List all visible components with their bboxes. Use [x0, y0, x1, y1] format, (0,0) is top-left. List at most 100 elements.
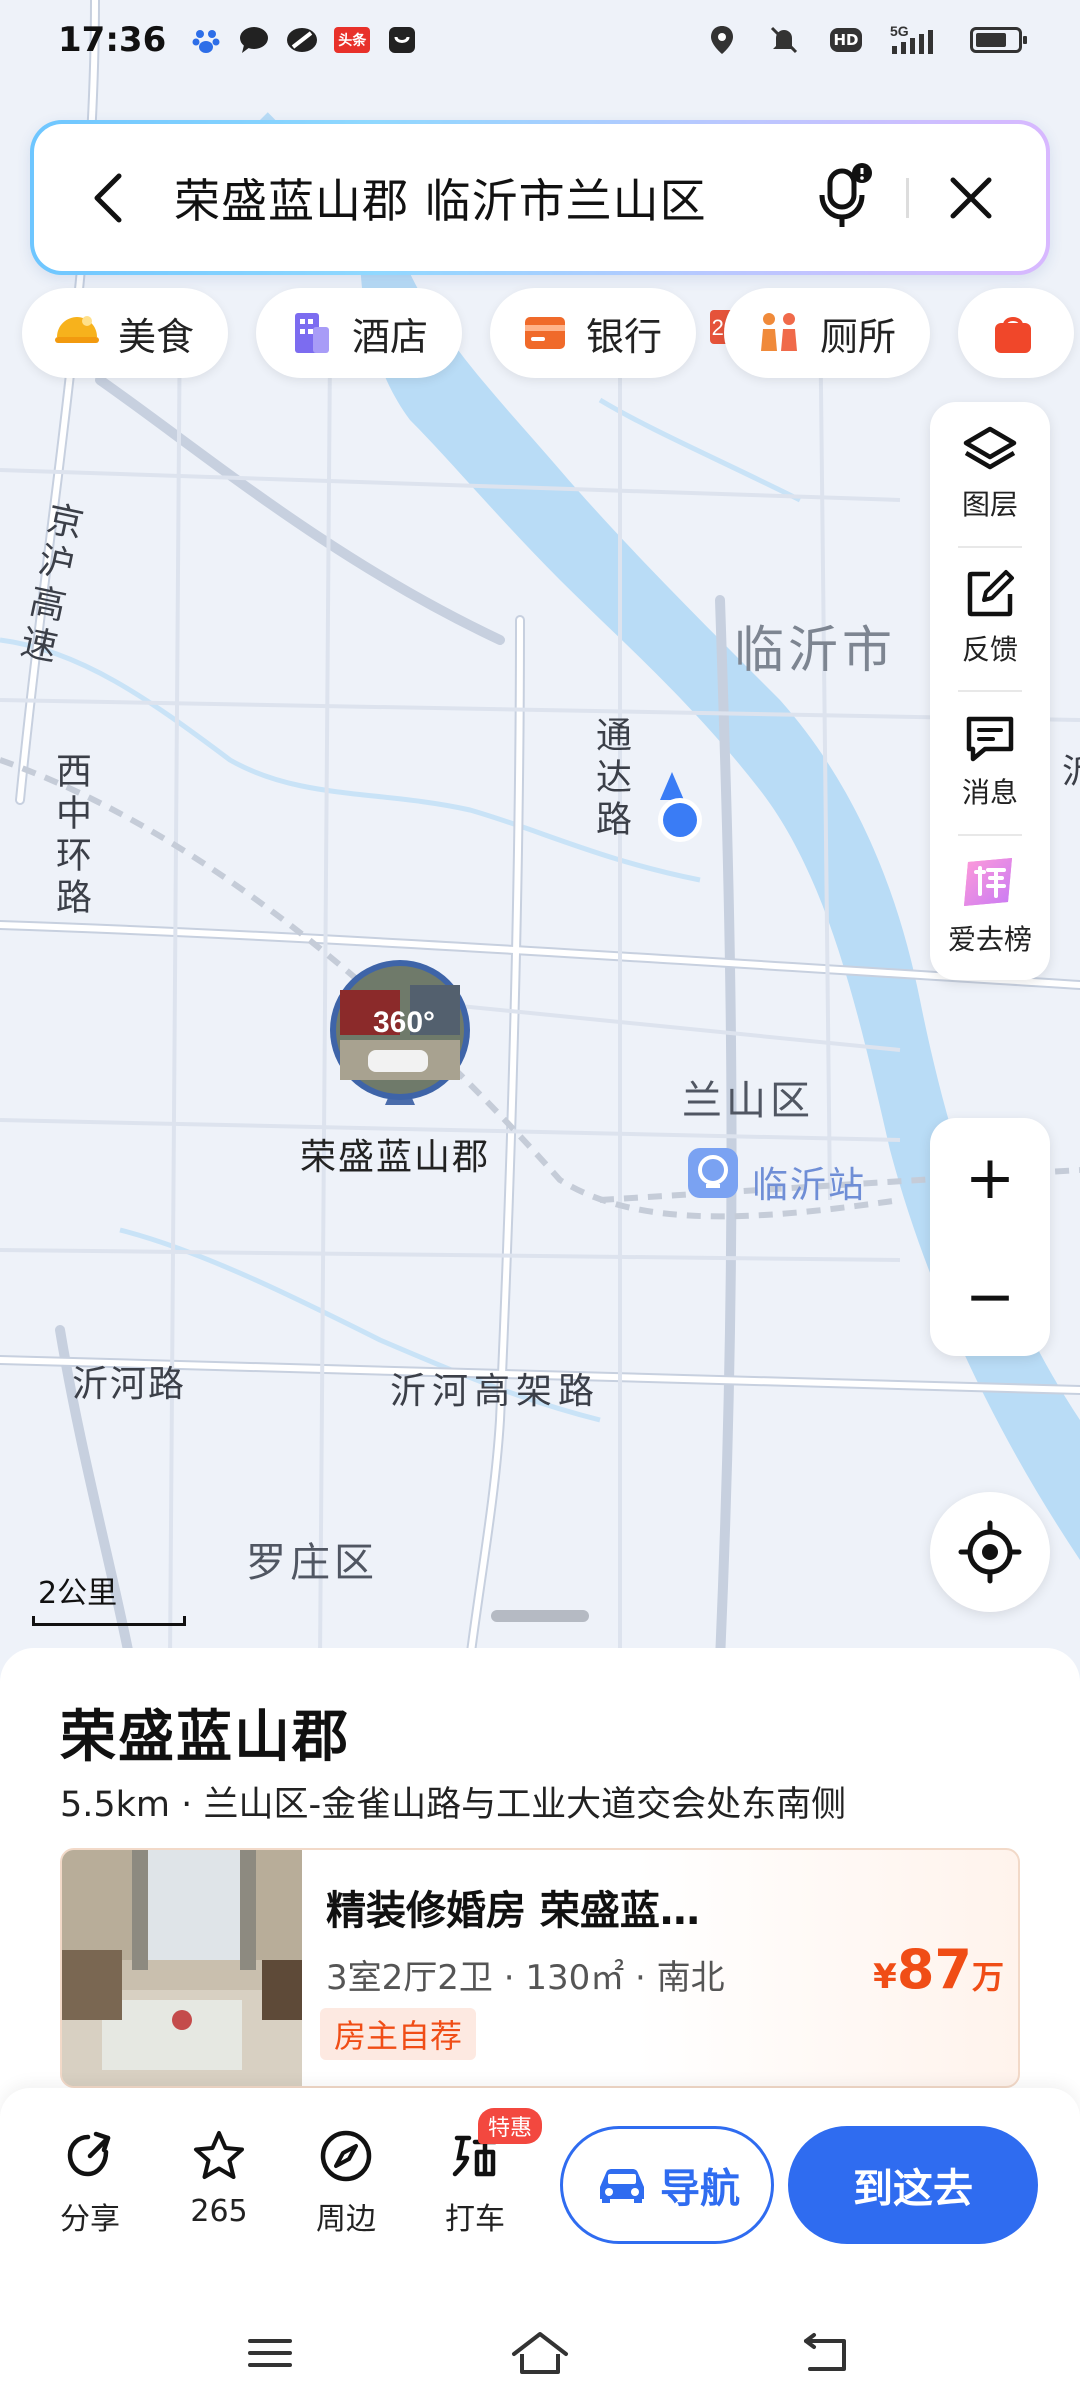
system-navigation-bar [0, 2288, 1080, 2408]
action-bar: 分享 265 周边 打车 特惠 导航 到这去 [0, 2088, 1080, 2288]
hd-icon: HD [828, 22, 864, 58]
feedback-button[interactable]: 反馈 [930, 546, 1050, 690]
back-system-icon [804, 2333, 846, 2371]
layers-label: 图层 [961, 488, 1018, 521]
map-label-tongda: 通达路 [590, 716, 631, 842]
map-label-yihe-elevated: 沂河高架路 [390, 1371, 601, 1412]
around-button[interactable]: 周边 [291, 2128, 401, 2238]
menu-icon [248, 2339, 292, 2367]
close-icon [950, 177, 992, 218]
user-location-dot [663, 803, 697, 837]
voice-search-button[interactable] [804, 158, 884, 238]
chip-shopping[interactable] [958, 288, 1075, 378]
place-subtitle: 5.5km · 兰山区-金雀山路与工业大道交会处东南侧 [60, 1776, 846, 1827]
place-distance: 5.5km [60, 1785, 171, 1825]
home-button[interactable] [510, 2328, 570, 2378]
map-label-xizhonghuan: 西中环路 [50, 752, 91, 920]
ranking-label: 爱去榜 [947, 923, 1032, 956]
taxi-label: 打车 [445, 2202, 505, 2237]
shopping-app-icon [384, 22, 420, 58]
favorite-button[interactable]: 265 [164, 2128, 274, 2229]
taxi-discount-badge: 特惠 [478, 2108, 543, 2144]
zoom-out-button[interactable]: − [930, 1237, 1050, 1356]
bank-icon [520, 308, 570, 358]
feedback-label: 反馈 [961, 633, 1018, 666]
place-address: 兰山区-金雀山路与工业大道交会处东南侧 [203, 1785, 847, 1825]
feedback-icon [967, 570, 1014, 617]
locate-me-button[interactable] [930, 1492, 1050, 1612]
status-time: 17:36 [58, 20, 167, 60]
taxi-button[interactable]: 打车 [420, 2128, 530, 2238]
scale-line [32, 1616, 186, 1626]
back-system-button[interactable] [796, 2328, 856, 2378]
layers-button[interactable]: 图层 [930, 402, 1050, 546]
layers-icon [963, 426, 1017, 470]
sheet-drag-handle[interactable] [491, 1610, 589, 1622]
house-price: ¥87万 [873, 1938, 1004, 2001]
toilet-icon [754, 308, 804, 358]
chip-label: 美食 [118, 314, 195, 359]
favorite-count: 265 [190, 2194, 248, 2229]
map-label-edge-fragment: 沂 [1062, 744, 1080, 793]
chip-bank[interactable]: 银行 [490, 288, 697, 378]
map-label-lanshan: 兰山区 [682, 1078, 814, 1124]
car-icon [600, 2169, 644, 2203]
ranking-icon [964, 858, 1012, 906]
house-meta: 3室2厅2卫 · 130㎡ · 南北 [326, 1958, 725, 1998]
share-button[interactable]: 分享 [35, 2128, 145, 2238]
pano-360-label: 360° [373, 1006, 435, 1039]
message-label: 消息 [961, 776, 1018, 809]
map-label-yihe-road: 沂河路 [72, 1364, 187, 1405]
share-icon [67, 2131, 111, 2177]
price-unit: 万 [971, 1958, 1004, 1996]
svg-text:5G: 5G [890, 24, 909, 39]
shopping-bag-icon [988, 308, 1038, 358]
category-chips: 美食 酒店 银行 厕所 [22, 288, 1075, 378]
heading-arrow [660, 772, 684, 800]
chip-label: 酒店 [352, 314, 429, 359]
go-here-button[interactable]: 到这去 [788, 2126, 1038, 2244]
house-title: 精装修婚房 荣盛蓝… [326, 1888, 700, 1934]
house-listing-card[interactable]: 精装修婚房 荣盛蓝… 3室2厅2卫 · 130㎡ · 南北 ¥87万 房主自荐 [60, 1848, 1020, 2088]
share-label: 分享 [60, 2202, 120, 2237]
ranking-button[interactable]: 爱去榜 [930, 834, 1050, 978]
navigate-button[interactable]: 导航 [560, 2126, 774, 2244]
map-label-luozhuang: 罗庄区 [246, 1540, 378, 1586]
compass-icon [320, 2130, 372, 2182]
map-label-station[interactable]: 临沂站 [752, 1156, 866, 1208]
food-icon [52, 308, 102, 358]
map-label-linyi-city: 临沂市 [734, 621, 896, 679]
home-icon [512, 2332, 568, 2374]
chat-bubble-icon [236, 22, 272, 58]
battery-icon [970, 27, 1027, 53]
chip-hotel[interactable]: 酒店 [256, 288, 463, 378]
map-scale: 2公里 [32, 1568, 186, 1626]
house-photo [62, 1850, 302, 2086]
chip-label: 厕所 [820, 314, 897, 359]
place-title: 荣盛蓝山郡 [60, 1705, 350, 1770]
mute-bell-icon [766, 22, 802, 58]
search-box[interactable]: 荣盛蓝山郡 临沂市兰山区 [30, 120, 1050, 275]
baidu-paw-icon [188, 22, 224, 58]
app-logo-icon [284, 22, 320, 58]
back-arrow-icon [94, 173, 122, 222]
star-icon [194, 2131, 244, 2179]
crosshair-icon [958, 1520, 1022, 1584]
chip-food[interactable]: 美食 [22, 288, 229, 378]
zoom-panel: + − [930, 1118, 1050, 1356]
map-label-poi[interactable]: 荣盛蓝山郡 [300, 1128, 490, 1180]
zoom-in-button[interactable]: + [930, 1118, 1050, 1237]
menu-button[interactable] [240, 2328, 300, 2378]
scale-label: 2公里 [38, 1576, 118, 1611]
status-bar: 17:36 头条 HD 5G [0, 0, 1080, 80]
price-currency: ¥ [873, 1957, 897, 1997]
microphone-icon [819, 162, 872, 227]
back-button[interactable] [74, 124, 144, 271]
message-button[interactable]: 消息 [930, 690, 1050, 834]
chip-label: 银行 [586, 314, 663, 359]
hotel-icon [286, 308, 336, 358]
map-tool-panel: 图层 反馈 消息 爱去榜 [930, 402, 1050, 980]
chip-toilet[interactable]: 厕所 [724, 288, 931, 378]
clear-search-button[interactable] [931, 158, 1011, 238]
search-query[interactable]: 荣盛蓝山郡 临沂市兰山区 [174, 165, 804, 231]
